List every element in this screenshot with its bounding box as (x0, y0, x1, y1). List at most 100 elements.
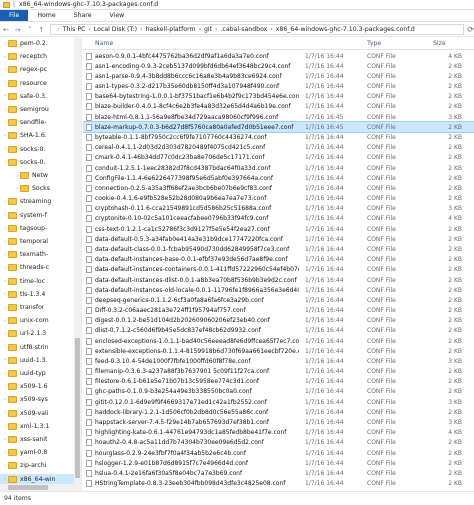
file-row[interactable]: deepseq-generics-0.1.1.2-6cf3a0fa8a6fa6f… (83, 295, 474, 305)
nav-folder-item[interactable]: › streaming (0, 196, 80, 207)
nav-folder-item[interactable]: › Socks (0, 183, 80, 194)
column-name[interactable]: Name (95, 40, 305, 47)
tab-home[interactable]: Home (28, 10, 64, 21)
file-row[interactable]: gitit-0.12.0.1-6d9e9f9f4669317e71ed1c42a… (83, 397, 474, 407)
tab-share[interactable]: Share (65, 10, 101, 21)
file-row[interactable]: data-default-instances-old-locale-0.0.1-… (83, 285, 474, 295)
forward-arrow-icon[interactable]: → (12, 24, 24, 36)
nav-folder-item[interactable]: › resource (0, 78, 80, 89)
file-row[interactable]: haddock-library-1.2.1-1d506cf0b2db8d0c56… (83, 407, 474, 417)
nav-folder-item[interactable]: › sendfile- (0, 117, 80, 128)
nav-folder-item[interactable]: › temporal (0, 236, 80, 247)
nav-folder-item[interactable]: › x509-1.6 (0, 381, 80, 392)
nav-folder-item[interactable]: › x509-sys (0, 394, 80, 405)
file-row[interactable]: feed-0.3.10.4-54de1000f7fbfe1000ffd60f8f… (83, 356, 474, 366)
file-row[interactable]: filestore-0.6.1-b61e5e71b07b13c5958ee774… (83, 377, 474, 387)
nav-folder-item[interactable]: › socks-0. (0, 144, 80, 155)
file-row[interactable]: ghc-paths-0.1.0.9-b3e254a49e3b338550bc0a… (83, 387, 474, 397)
nav-folder-item[interactable]: › url-2.1.3 (0, 328, 80, 339)
refresh-icon[interactable]: ⟳ (467, 25, 474, 34)
breadcrumb-packages-conf[interactable]: x86_64-windows-ghc-7.10.3-packages.conf.… (276, 26, 415, 33)
chevron-right-icon[interactable]: › (88, 26, 90, 33)
file-row[interactable]: asn1-types-0.3.2-d217b35e60db8150ff4d3a1… (83, 82, 474, 92)
navigation-scrollbar[interactable] (74, 38, 81, 491)
nav-folder-item[interactable]: › x509-vali (0, 408, 80, 419)
file-row[interactable]: extensible-exceptions-0.1.1.4-8159918b6d… (83, 346, 474, 356)
address-bar[interactable]: › This PC › Local Disk (T:) › haskell-pl… (50, 24, 465, 35)
nav-folder-item[interactable]: › zip-archi (0, 460, 80, 471)
column-type[interactable]: Type (367, 40, 381, 47)
nav-folder-item[interactable]: › uuid-typ (0, 368, 80, 379)
file-row[interactable]: highlighting-kate-0.6.1-44761e94793dc1a8… (83, 428, 474, 438)
recent-chevron-down-icon[interactable]: ˅ (24, 24, 36, 36)
file-row[interactable]: ConfigFile-1.1.4-6e6226477398f95e6d5abf0… (83, 173, 474, 183)
breadcrumb-local-disk[interactable]: Local Disk (T:) (94, 26, 137, 33)
file-row[interactable]: hoauth2-0.4.8-ac5a11dd7b74304b730ee09e6d… (83, 438, 474, 448)
file-row[interactable]: cereal-0.4.1.1-2d03d2d303d7820489f4075cd… (83, 143, 474, 153)
file-row[interactable]: cryptonite-0.10-02c5a101ceeacfabee0796b3… (83, 214, 474, 224)
file-row[interactable]: hslogger-1.2.9-e01b87d6d8915f7c7e4966d4d… (83, 458, 474, 468)
file-row[interactable]: aeson-0.9.0.1-4bfc4475762ba36d2df9af1a6d… (83, 51, 474, 61)
file-row[interactable]: cookie-0.4.1.6-e9fb528e52b28d080a9b6ea7e… (83, 194, 474, 204)
nav-folder-item[interactable]: › safe-0.3. (0, 91, 80, 102)
nav-folder-item[interactable]: › pem-0.2. (0, 38, 80, 49)
file-row[interactable]: data-default-instances-base-0.0.1-efbf37… (83, 255, 474, 265)
file-row[interactable]: cryptohash-0.11.6-cca21549891cd5d586b25c… (83, 204, 474, 214)
navigation-horizontal-scrollbar[interactable] (0, 484, 82, 491)
file-row[interactable]: blaze-markup-0.7.0.3-b6d27d8f5760ca80a0a… (83, 121, 474, 134)
file-row[interactable]: dlist-0.7.1.2-c560d6f9b45e5dc837ef48cb62… (83, 326, 474, 336)
nav-folder-item[interactable]: › receptch (0, 51, 80, 62)
nav-folder-item[interactable]: › unix-com (0, 315, 80, 326)
nav-folder-item[interactable]: › xml-1.3.1 (0, 421, 80, 432)
file-row[interactable]: happstack-server-7.4.5-f29e14b7ab657693d… (83, 417, 474, 427)
chevron-right-icon[interactable]: › (199, 26, 201, 33)
nav-folder-item[interactable]: › texmath- (0, 249, 80, 260)
nav-folder-item[interactable]: › threads-c (0, 262, 80, 273)
tab-view[interactable]: View (101, 10, 134, 21)
nav-folder-item[interactable]: › socks-0. (0, 157, 80, 168)
file-row[interactable]: data-default-instances-containers-0.0.1-… (83, 265, 474, 275)
nav-folder-item[interactable]: › x86_64-win (0, 473, 80, 485)
file-row[interactable]: HStringTemplate-0.8.3-23eeb304fbb098d43d… (83, 479, 474, 489)
file-row[interactable]: hourglass-0.2.9-24e3fbf7f0a4f34ab5b2e6c4… (83, 448, 474, 458)
nav-folder-item[interactable]: › semigrou (0, 104, 80, 115)
scrollbar-thumb[interactable] (75, 338, 80, 478)
nav-folder-item[interactable]: › xss-sanit (0, 434, 80, 445)
file-row[interactable]: asn1-parse-0.9.4-3b8dd8b6ccc6c16a8e3b4a9… (83, 71, 474, 81)
nav-folder-item[interactable]: › time-loc (0, 276, 80, 287)
back-arrow-icon[interactable]: ← (0, 24, 12, 36)
breadcrumb-cabal-sandbox[interactable]: .cabal-sandbox (220, 26, 267, 33)
nav-folder-item[interactable]: › tagsoup- (0, 223, 80, 234)
file-row[interactable]: blaze-html-0.8.1.1-56a9e8fbe34d729aaca98… (83, 112, 474, 122)
file-row[interactable]: hslua-0.4.1-2e16fa6f30a5f8e04bc7a7e3b69.… (83, 468, 474, 478)
chevron-right-icon[interactable]: › (270, 26, 272, 33)
file-row[interactable]: digest-0.0.1.2-be51d104d2b202609060206ef… (83, 316, 474, 326)
breadcrumb-this-pc[interactable]: This PC (63, 26, 86, 33)
breadcrumb-haskell-platform[interactable]: haskell-platform (145, 26, 195, 33)
file-row[interactable]: enclosed-exceptions-1.0.1.1-bad40c56eeea… (83, 336, 474, 346)
nav-folder-item[interactable]: › utf8-strin (0, 342, 80, 353)
file-row[interactable]: filemanip-0.3.6.3-a237a88f3b7637901 5c09… (83, 367, 474, 377)
file-row[interactable]: data-default-class-0.0.1-fcbab95490d730d… (83, 244, 474, 254)
breadcrumb-gitit[interactable]: git (204, 26, 212, 33)
file-row[interactable]: Diff-0.3.2-c06aaec281a3e724ff1f95794af75… (83, 306, 474, 316)
nav-folder-item[interactable]: › yaml-0.8 (0, 447, 80, 458)
nav-folder-item[interactable]: › uuid-1.3. (0, 355, 80, 366)
scrollbar-thumb[interactable] (8, 485, 48, 490)
nav-folder-item[interactable]: › transfor (0, 302, 80, 313)
file-row[interactable]: blaze-builder-0.4.0.1-8cf4c6e2b3fe4a83d3… (83, 102, 474, 112)
nav-folder-item[interactable]: › system-f (0, 210, 80, 221)
file-row[interactable]: byteable-0.1.1-8bf7950c2cc6f9fe7107760c4… (83, 132, 474, 142)
file-row[interactable]: conduit-1.2.5.1-1eec28382d7f8cd4387bdac6… (83, 163, 474, 173)
file-row[interactable]: connection-0.2.5-a35a3ff68ef2ae3bcb6be07… (83, 183, 474, 193)
column-size[interactable]: Size (433, 40, 446, 47)
nav-folder-item[interactable]: › tls-1.3.4 (0, 289, 80, 300)
chevron-right-icon[interactable]: › (140, 26, 142, 33)
nav-folder-item[interactable]: › Netw (0, 170, 80, 181)
file-row[interactable]: data-default-0.5.3-a34fab0e414a3e31b9dce… (83, 234, 474, 244)
nav-folder-item[interactable]: › regex-pc (0, 64, 80, 75)
file-row[interactable]: css-text-0.1.2.1-ca1c52786f3c3d9127f5e5e… (83, 224, 474, 234)
tab-file[interactable]: File (0, 10, 29, 21)
chevron-right-icon[interactable]: › (215, 26, 217, 33)
file-row[interactable]: base64-bytestring-1.0.0.1-bf3751bacf1e6b… (83, 92, 474, 102)
